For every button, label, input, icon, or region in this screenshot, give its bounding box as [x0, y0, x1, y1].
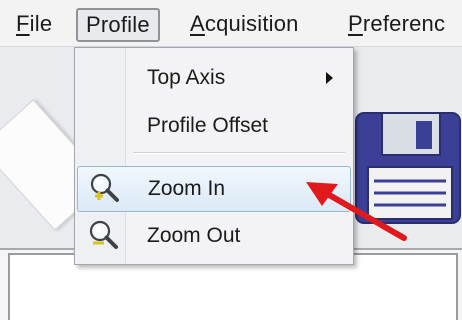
- zoom-out-icon: [89, 220, 118, 249]
- menu-profile[interactable]: Profile: [76, 8, 160, 42]
- zoom-in-icon: [90, 173, 119, 202]
- menu-item-label: Top Axis: [147, 66, 226, 89]
- menu-item-top-axis[interactable]: Top Axis: [77, 56, 349, 100]
- submenu-arrow-icon: [326, 72, 333, 84]
- menu-bar: File Profile Acquisition Preferenc: [0, 0, 462, 47]
- menu-file[interactable]: File: [16, 9, 52, 39]
- menu-acquisition[interactable]: Acquisition: [190, 9, 299, 39]
- menu-item-label: Profile Offset: [147, 114, 268, 137]
- menu-item-profile-offset[interactable]: Profile Offset: [77, 104, 349, 148]
- menu-separator: [133, 152, 345, 154]
- menu-preferences[interactable]: Preferenc: [348, 9, 445, 39]
- menu-item-label: Zoom In: [148, 177, 226, 200]
- red-pointer-arrow-icon: [306, 182, 407, 241]
- menu-item-label: Zoom Out: [147, 224, 241, 247]
